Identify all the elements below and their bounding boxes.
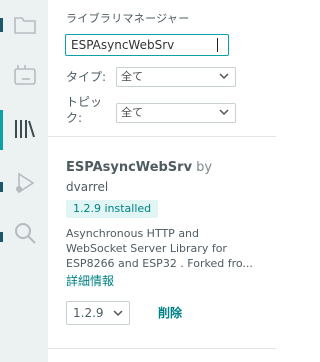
library-title: ESPAsyncWebSrv by: [66, 160, 212, 175]
type-filter-select[interactable]: 全て: [116, 67, 236, 87]
remove-button[interactable]: 削除: [158, 304, 182, 321]
chevron-down-icon: [219, 109, 229, 116]
version-select[interactable]: 1.2.9: [66, 301, 130, 325]
chevron-down-icon: [113, 310, 123, 317]
folder-icon[interactable]: [12, 12, 38, 38]
more-info-link[interactable]: 詳細情報: [66, 272, 114, 289]
text-caret: [217, 38, 218, 52]
edge-marker: [0, 232, 3, 242]
search-input[interactable]: [65, 34, 229, 56]
search-icon[interactable]: [12, 220, 38, 246]
version-select-value: 1.2.9: [73, 306, 104, 320]
topic-filter-value: 全て: [121, 106, 143, 119]
board-icon[interactable]: [12, 62, 38, 88]
library-by: by: [196, 160, 213, 175]
library-author: dvarrel: [66, 180, 109, 194]
divider: [48, 136, 276, 137]
edge-marker: [0, 182, 3, 192]
library-icon[interactable]: [12, 116, 38, 142]
panel-title: ライブラリマネージャー: [66, 12, 190, 25]
chevron-down-icon: [219, 73, 229, 80]
topic-filter-label-line1: トピッ: [66, 95, 103, 109]
type-filter-label: タイプ:: [66, 70, 107, 84]
library-description: Asynchronous HTTP and WebSocket Server L…: [66, 227, 253, 270]
activity-bar: [0, 0, 48, 362]
topic-filter-label: トピッ ク:: [66, 94, 102, 126]
bottom-divider: [48, 348, 276, 349]
active-indicator: [0, 110, 3, 150]
library-manager-panel: ライブラリマネージャー タイプ: 全て トピッ ク: 全て ESPAsyncWe…: [48, 0, 276, 362]
edge-marker: [0, 18, 3, 32]
installed-badge: 1.2.9 installed: [66, 200, 159, 218]
type-filter-value: 全て: [121, 70, 143, 83]
library-name: ESPAsyncWebSrv: [66, 160, 193, 175]
topic-filter-select[interactable]: 全て: [116, 103, 236, 123]
debug-icon[interactable]: [12, 170, 38, 196]
topic-filter-label-line2: ク:: [66, 111, 83, 125]
